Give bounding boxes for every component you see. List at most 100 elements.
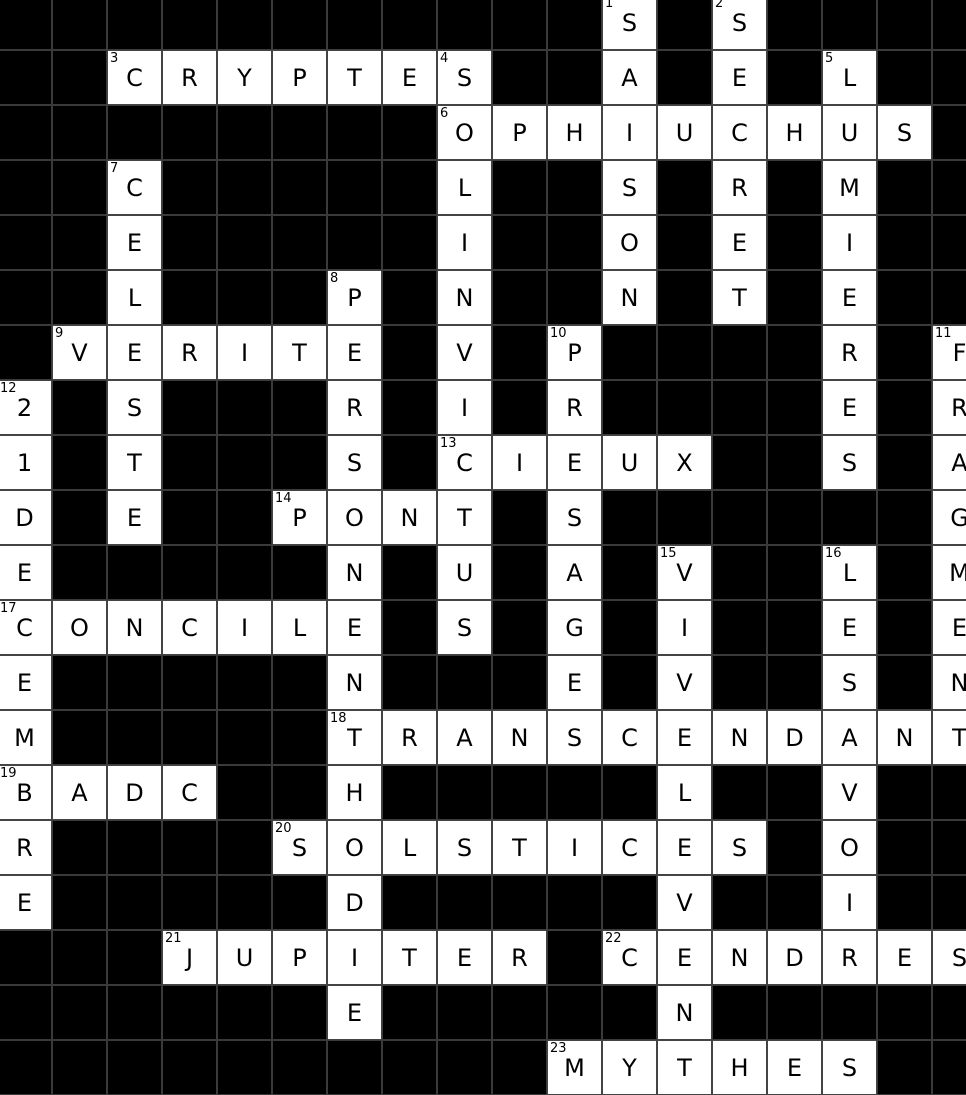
letter-cell[interactable]: P: [272, 50, 327, 105]
letter-cell[interactable]: 17 C: [0, 600, 52, 655]
letter-cell[interactable]: E: [822, 270, 877, 325]
letter-cell[interactable]: U: [437, 545, 492, 600]
letter-cell[interactable]: T: [437, 490, 492, 545]
letter-cell[interactable]: T: [382, 930, 437, 985]
letter-cell[interactable]: N: [712, 930, 767, 985]
letter-cell[interactable]: I: [822, 875, 877, 930]
letter-cell[interactable]: S: [822, 655, 877, 710]
letter-cell[interactable]: E: [547, 435, 602, 490]
letter-cell[interactable]: I: [217, 325, 272, 380]
letter-cell[interactable]: R: [712, 160, 767, 215]
letter-cell[interactable]: O: [602, 215, 657, 270]
letter-cell[interactable]: M: [0, 710, 52, 765]
letter-cell[interactable]: L: [437, 160, 492, 215]
letter-cell[interactable]: V: [822, 765, 877, 820]
letter-cell[interactable]: E: [822, 380, 877, 435]
letter-cell[interactable]: L: [272, 600, 327, 655]
letter-cell[interactable]: C: [712, 105, 767, 160]
letter-cell[interactable]: P: [272, 930, 327, 985]
letter-cell[interactable]: E: [327, 325, 382, 380]
letter-cell[interactable]: R: [162, 325, 217, 380]
letter-cell[interactable]: Y: [602, 1040, 657, 1095]
letter-cell[interactable]: T: [712, 270, 767, 325]
letter-cell[interactable]: 8P: [327, 270, 382, 325]
letter-cell[interactable]: E: [547, 655, 602, 710]
letter-cell[interactable]: R: [822, 930, 877, 985]
letter-cell[interactable]: O: [822, 820, 877, 875]
letter-cell[interactable]: N: [327, 545, 382, 600]
letter-cell[interactable]: I: [822, 215, 877, 270]
letter-cell[interactable]: S: [932, 930, 966, 985]
letter-cell[interactable]: 10 P: [547, 325, 602, 380]
letter-cell[interactable]: I: [602, 105, 657, 160]
letter-cell[interactable]: T: [272, 325, 327, 380]
letter-cell[interactable]: N: [382, 490, 437, 545]
letter-cell[interactable]: L: [382, 820, 437, 875]
letter-cell[interactable]: T: [492, 820, 547, 875]
letter-cell[interactable]: R: [547, 380, 602, 435]
letter-cell[interactable]: S: [437, 820, 492, 875]
letter-cell[interactable]: 9V: [52, 325, 107, 380]
letter-cell[interactable]: 22 C: [602, 930, 657, 985]
letter-cell[interactable]: 7C: [107, 160, 162, 215]
letter-cell[interactable]: I: [327, 930, 382, 985]
letter-cell[interactable]: U: [602, 435, 657, 490]
letter-cell[interactable]: V: [437, 325, 492, 380]
letter-cell[interactable]: S: [327, 435, 382, 490]
letter-cell[interactable]: I: [547, 820, 602, 875]
letter-cell[interactable]: Y: [217, 50, 272, 105]
letter-cell[interactable]: R: [382, 710, 437, 765]
letter-cell[interactable]: E: [0, 655, 52, 710]
letter-cell[interactable]: M: [822, 160, 877, 215]
letter-cell[interactable]: N: [437, 270, 492, 325]
letter-cell[interactable]: 3C: [107, 50, 162, 105]
letter-cell[interactable]: I: [492, 435, 547, 490]
letter-cell[interactable]: N: [657, 985, 712, 1040]
letter-cell[interactable]: X: [657, 435, 712, 490]
letter-cell[interactable]: S: [107, 380, 162, 435]
letter-cell[interactable]: E: [107, 215, 162, 270]
letter-cell[interactable]: U: [822, 105, 877, 160]
letter-cell[interactable]: R: [822, 325, 877, 380]
letter-cell[interactable]: C: [602, 820, 657, 875]
letter-cell[interactable]: N: [327, 655, 382, 710]
letter-cell[interactable]: 1: [0, 435, 52, 490]
letter-cell[interactable]: A: [932, 435, 966, 490]
letter-cell[interactable]: 15 V: [657, 545, 712, 600]
letter-cell[interactable]: T: [327, 50, 382, 105]
letter-cell[interactable]: E: [767, 1040, 822, 1095]
letter-cell[interactable]: E: [382, 50, 437, 105]
letter-cell[interactable]: A: [547, 545, 602, 600]
letter-cell[interactable]: D: [107, 765, 162, 820]
letter-cell[interactable]: N: [877, 710, 932, 765]
letter-cell[interactable]: C: [162, 600, 217, 655]
letter-cell[interactable]: H: [327, 765, 382, 820]
letter-cell[interactable]: T: [657, 1040, 712, 1095]
letter-cell[interactable]: 5L: [822, 50, 877, 105]
letter-cell[interactable]: H: [547, 105, 602, 160]
letter-cell[interactable]: R: [492, 930, 547, 985]
letter-cell[interactable]: N: [492, 710, 547, 765]
letter-cell[interactable]: S: [822, 435, 877, 490]
letter-cell[interactable]: E: [327, 985, 382, 1040]
letter-cell[interactable]: E: [822, 600, 877, 655]
letter-cell[interactable]: N: [107, 600, 162, 655]
letter-cell[interactable]: T: [932, 710, 966, 765]
letter-cell[interactable]: R: [162, 50, 217, 105]
letter-cell[interactable]: S: [437, 600, 492, 655]
letter-cell[interactable]: A: [437, 710, 492, 765]
letter-cell[interactable]: M: [932, 545, 966, 600]
letter-cell[interactable]: D: [0, 490, 52, 545]
letter-cell[interactable]: T: [107, 435, 162, 490]
letter-cell[interactable]: U: [217, 930, 272, 985]
letter-cell[interactable]: O: [327, 820, 382, 875]
letter-cell[interactable]: E: [0, 545, 52, 600]
letter-cell[interactable]: O: [327, 490, 382, 545]
letter-cell[interactable]: 2S: [712, 0, 767, 50]
letter-cell[interactable]: E: [327, 600, 382, 655]
letter-cell[interactable]: R: [932, 380, 966, 435]
letter-cell[interactable]: S: [547, 490, 602, 545]
letter-cell[interactable]: S: [877, 105, 932, 160]
letter-cell[interactable]: L: [107, 270, 162, 325]
letter-cell[interactable]: R: [0, 820, 52, 875]
